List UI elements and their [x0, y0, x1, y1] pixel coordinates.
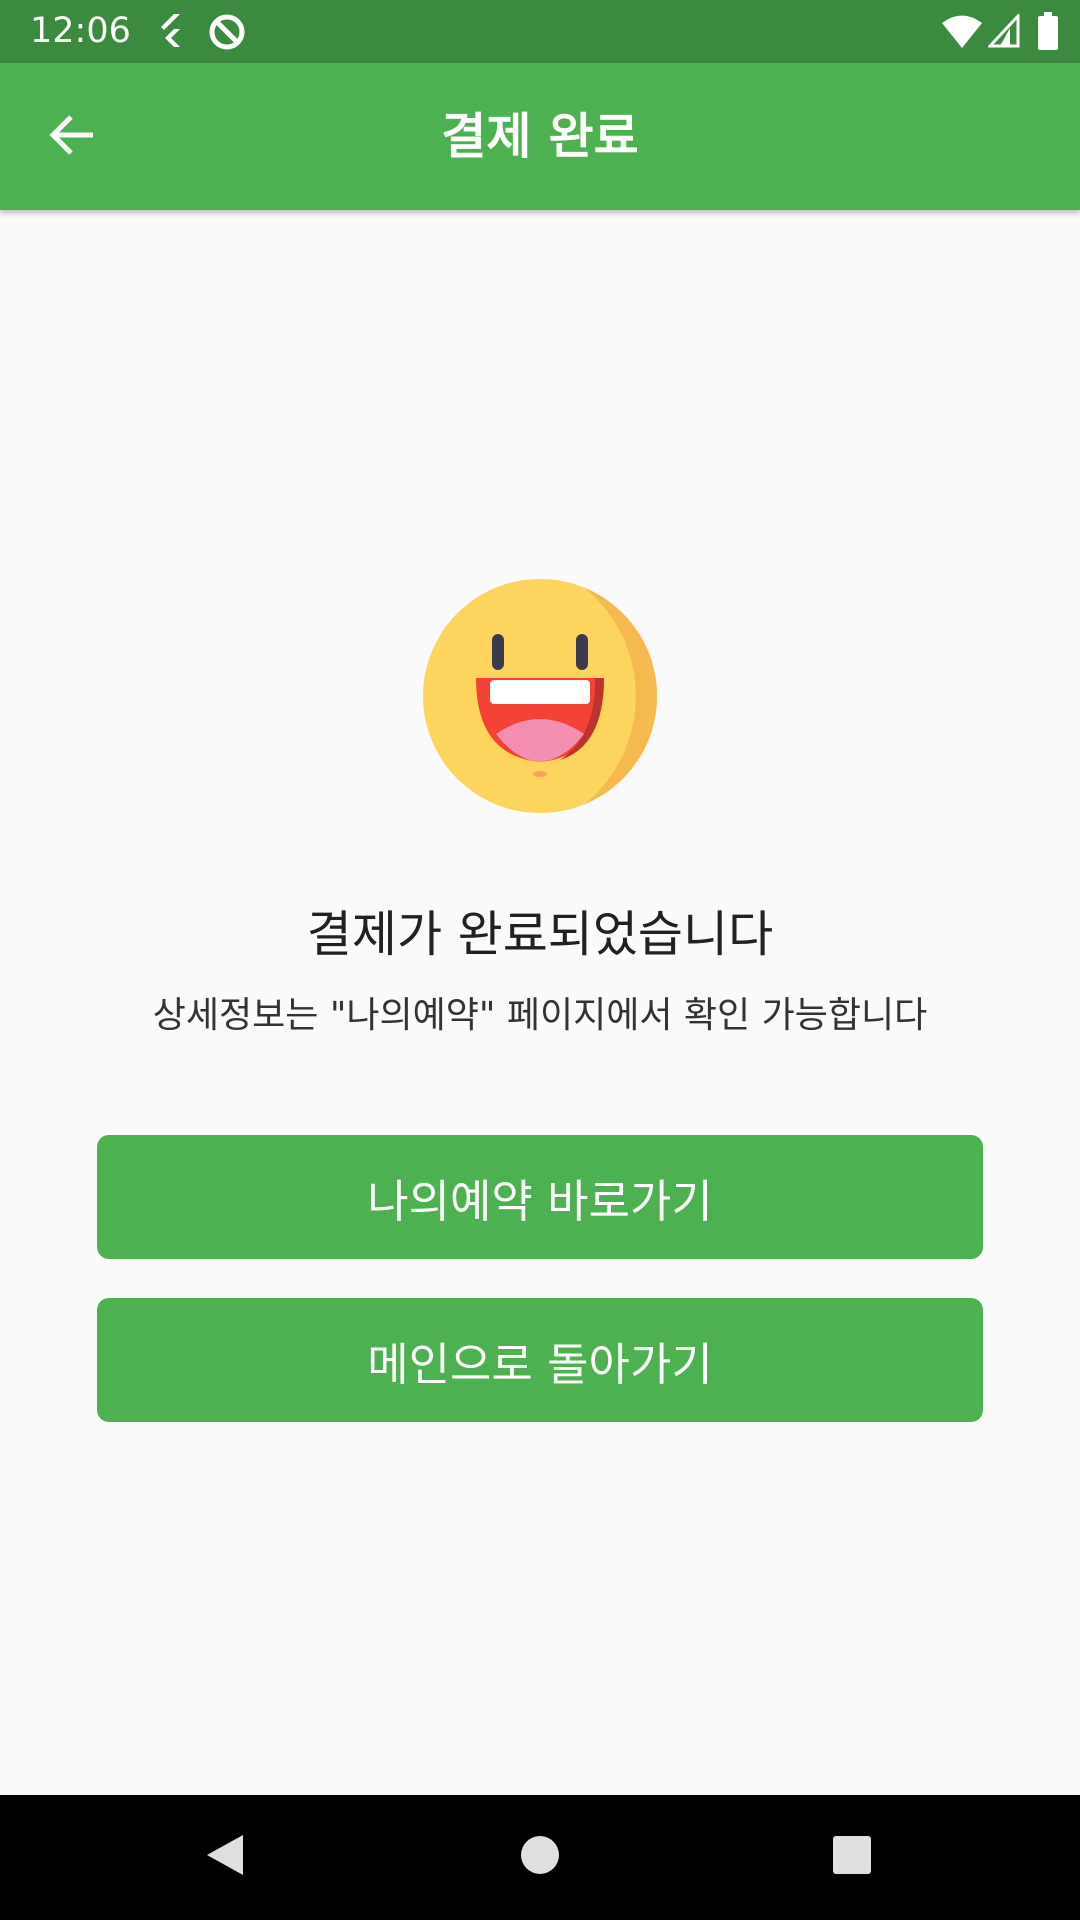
completion-heading: 결제가 완료되었습니다 [306, 906, 774, 963]
no-disturb-icon [205, 10, 249, 58]
go-main-button[interactable]: 메인으로 돌아가기 [97, 1298, 983, 1422]
back-triangle-icon [203, 1831, 247, 1883]
nav-recents-button[interactable] [812, 1817, 892, 1897]
completion-subtext: 상세정보는 "나의예약" 페이지에서 확인 가능합니다 [152, 995, 928, 1036]
battery-icon [1038, 12, 1058, 54]
status-bar: 12:06 [0, 0, 1080, 63]
recents-square-icon [830, 1833, 874, 1881]
back-button[interactable] [30, 99, 114, 175]
system-nav-bar [0, 1795, 1080, 1920]
app-bar: 결제 완료 [0, 63, 1080, 210]
flutter-icon [150, 10, 190, 54]
wifi-icon [942, 14, 982, 52]
nav-back-button[interactable] [185, 1817, 265, 1897]
home-circle-icon [518, 1833, 562, 1881]
arrow-back-icon [49, 112, 95, 162]
cellular-signal-icon [986, 12, 1020, 52]
page-title: 결제 완료 [441, 108, 639, 165]
my-reservation-button[interactable]: 나의예약 바로가기 [97, 1135, 983, 1259]
grinning-face-icon [420, 576, 660, 816]
nav-home-button[interactable] [500, 1817, 580, 1897]
status-time: 12:06 [30, 11, 131, 51]
